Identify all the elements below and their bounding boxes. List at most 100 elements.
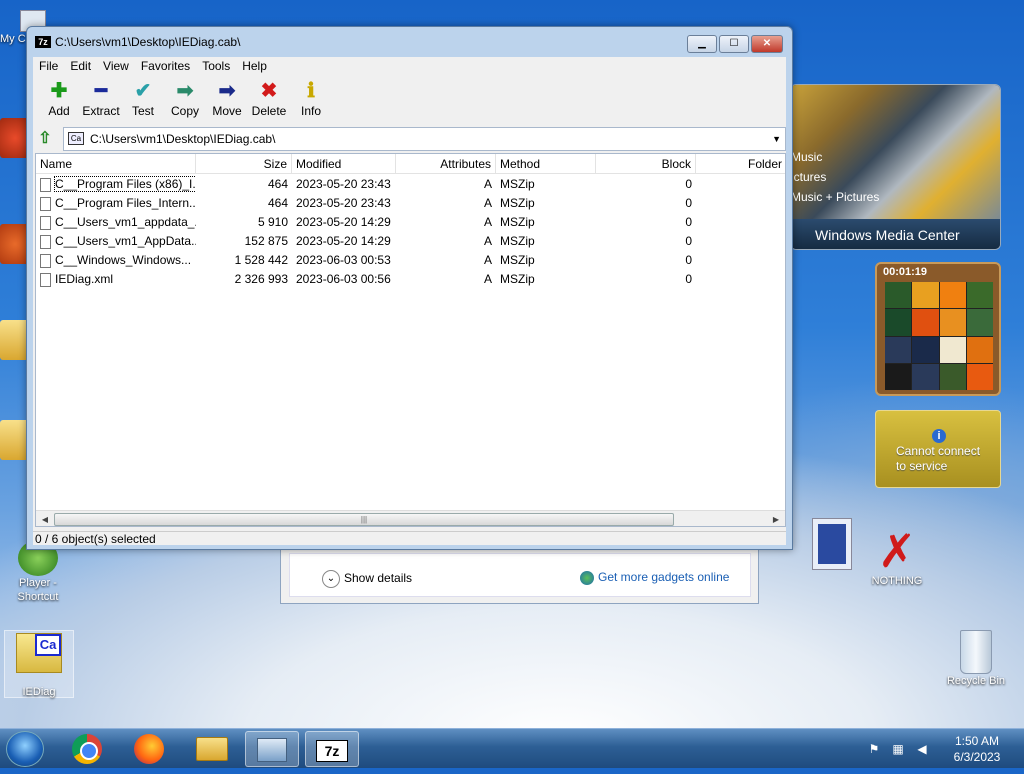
file-attributes: A [483, 177, 492, 191]
column-method[interactable]: Method [496, 154, 596, 174]
add-button[interactable]: ✚ Add [39, 79, 79, 119]
address-input[interactable]: Ca C:\Users\vm1\Desktop\IEDiag.cab\ ▼ [63, 127, 786, 151]
menu-tools[interactable]: Tools [196, 57, 236, 75]
puzzle-grid[interactable] [885, 282, 993, 390]
menu-file[interactable]: File [33, 57, 64, 75]
info-button[interactable]: ℹ Info [291, 79, 331, 119]
firefox-icon[interactable] [134, 734, 164, 764]
file-attributes: A [483, 272, 492, 286]
file-name: IEDiag.xml [36, 270, 196, 289]
window-title: C:\Users\vm1\Desktop\IEDiag.cab\ [55, 35, 241, 49]
book-icon [812, 518, 852, 570]
column-modified[interactable]: Modified [292, 154, 396, 174]
file-attributes: A [483, 215, 492, 229]
file-list[interactable]: Name Size Modified Attributes Method Blo… [35, 153, 786, 527]
file-modified: 2023-06-03 00:53 [296, 253, 391, 267]
file-size: 464 [267, 177, 288, 191]
clock-time: 1:50 AM [954, 734, 1000, 748]
network-icon[interactable]: ▦ [890, 741, 906, 757]
close-button[interactable]: ✕ [751, 35, 783, 53]
gadget-gallery-panel: ⌄ Show details Get more gadgets online [280, 548, 759, 604]
cab-icon: Ca [68, 132, 84, 145]
file-name: C__Windows_Windows... [36, 251, 196, 270]
desktop-icon-book[interactable] [812, 518, 858, 570]
picture-puzzle-gadget[interactable]: 00:01:19 [875, 262, 1001, 396]
file-method: MSZip [500, 272, 535, 286]
up-folder-button[interactable]: ⇧ [35, 130, 55, 148]
copy-button[interactable]: ➡ Copy [165, 79, 205, 119]
menu-item-pictures[interactable]: ictures [791, 167, 921, 187]
volume-muted-icon[interactable]: ◀ [914, 741, 930, 757]
minus-icon: ━ [94, 80, 108, 102]
column-attributes[interactable]: Attributes [396, 154, 496, 174]
column-header: Name Size Modified Attributes Method Blo… [36, 154, 785, 174]
table-row[interactable]: C__Users_vm1_appdata_... 5 910 2023-05-20 … [36, 213, 785, 232]
gadget-window-icon [257, 738, 287, 762]
taskbar-item-7zip[interactable]: 7z [305, 731, 359, 767]
scroll-thumb[interactable]: ||| [54, 513, 674, 526]
folder-icon[interactable] [196, 737, 228, 761]
file-name: C__Program Files_Intern... [36, 194, 196, 213]
title-bar[interactable]: 7z C:\Users\vm1\Desktop\IEDiag.cab\ ▁ ☐ … [27, 27, 792, 57]
action-center-icon[interactable]: ⚑ [866, 741, 882, 757]
scroll-left-icon[interactable]: ◀ [38, 512, 52, 526]
file-block: 0 [685, 177, 692, 191]
dropdown-arrow-icon[interactable]: ▼ [772, 128, 781, 150]
scroll-right-icon[interactable]: ▶ [769, 512, 783, 526]
file-block: 0 [685, 234, 692, 248]
move-button[interactable]: ➡ Move [207, 79, 247, 119]
file-modified: 2023-05-20 23:43 [296, 196, 391, 210]
7zip-icon: 7z [316, 740, 348, 762]
file-method: MSZip [500, 196, 535, 210]
file-size: 5 910 [257, 215, 288, 229]
column-name[interactable]: Name [36, 154, 196, 174]
toolbar-label: Extract [82, 104, 120, 118]
red-x-icon: ✗ [877, 525, 917, 577]
menu-help[interactable]: Help [236, 57, 273, 75]
minimize-button[interactable]: ▁ [687, 35, 717, 53]
column-block[interactable]: Block [596, 154, 696, 174]
toolbar-label: Move [212, 104, 242, 118]
cab-file-icon: Ca [16, 633, 62, 673]
media-center-gadget[interactable]: Music ictures Music + Pictures Windows M… [790, 84, 1001, 250]
desktop-icon-nothing[interactable]: ✗ NOTHING [864, 528, 930, 588]
menu-favorites[interactable]: Favorites [135, 57, 196, 75]
chevron-down-icon: ⌄ [322, 570, 340, 588]
test-button[interactable]: ✔ Test [123, 79, 163, 119]
extract-button[interactable]: ━ Extract [81, 79, 121, 119]
start-button[interactable] [6, 731, 44, 767]
file-block: 0 [685, 253, 692, 267]
file-block: 0 [685, 272, 692, 286]
table-row[interactable]: IEDiag.xml 2 326 993 2023-06-03 00:56 A MSZi… [36, 270, 785, 289]
check-icon: ✔ [134, 80, 152, 102]
7zip-app-icon: 7z [35, 36, 51, 48]
get-more-gadgets-link[interactable]: Get more gadgets online [580, 570, 729, 585]
table-row[interactable]: C__Program Files_Intern... 464 2023-05-20 … [36, 194, 785, 213]
taskbar: 7z ⚑ ▦ ◀ 1:50 AM 6/3/2023 [0, 728, 1024, 768]
toolbar-label: Delete [251, 104, 287, 118]
show-details-button[interactable]: ⌄ Show details [322, 570, 412, 588]
horizontal-scrollbar[interactable]: ◀ ||| ▶ [36, 510, 785, 526]
table-row[interactable]: C__Program Files (x86)_I... 464 2023-05-20… [36, 175, 785, 194]
column-folder[interactable]: Folder [696, 154, 785, 174]
address-bar: ⇧ Ca C:\Users\vm1\Desktop\IEDiag.cab\ ▼ [33, 127, 786, 151]
toolbar: ✚ Add ━ Extract ✔ Test ➡ Copy ➡ Move ✖ Delete ℹ Info [33, 77, 786, 123]
menu-view[interactable]: View [97, 57, 135, 75]
menu-edit[interactable]: Edit [64, 57, 97, 75]
table-row[interactable]: C__Windows_Windows... 1 528 442 2023-06-03… [36, 251, 785, 270]
desktop-icon-recycle-bin[interactable]: Recycle Bin [942, 630, 1010, 688]
clock[interactable]: 1:50 AM 6/3/2023 [942, 733, 1012, 765]
menu-item-music-pictures[interactable]: Music + Pictures [791, 187, 921, 207]
maximize-button[interactable]: ☐ [719, 35, 749, 53]
delete-button[interactable]: ✖ Delete [249, 79, 289, 119]
desktop-icon-iediag[interactable]: Ca IEDiag [4, 630, 74, 698]
chrome-icon[interactable] [72, 734, 102, 764]
taskbar-item-gadgets[interactable] [245, 731, 299, 767]
media-center-title[interactable]: Windows Media Center [791, 219, 1000, 249]
file-method: MSZip [500, 215, 535, 229]
weather-gadget[interactable]: i Cannot connect to service [875, 410, 1001, 488]
menu-item-music[interactable]: Music [791, 147, 921, 167]
recycle-bin-icon [960, 630, 992, 674]
table-row[interactable]: C__Users_vm1_AppData... 152 875 2023-05-20… [36, 232, 785, 251]
column-size[interactable]: Size [196, 154, 292, 174]
